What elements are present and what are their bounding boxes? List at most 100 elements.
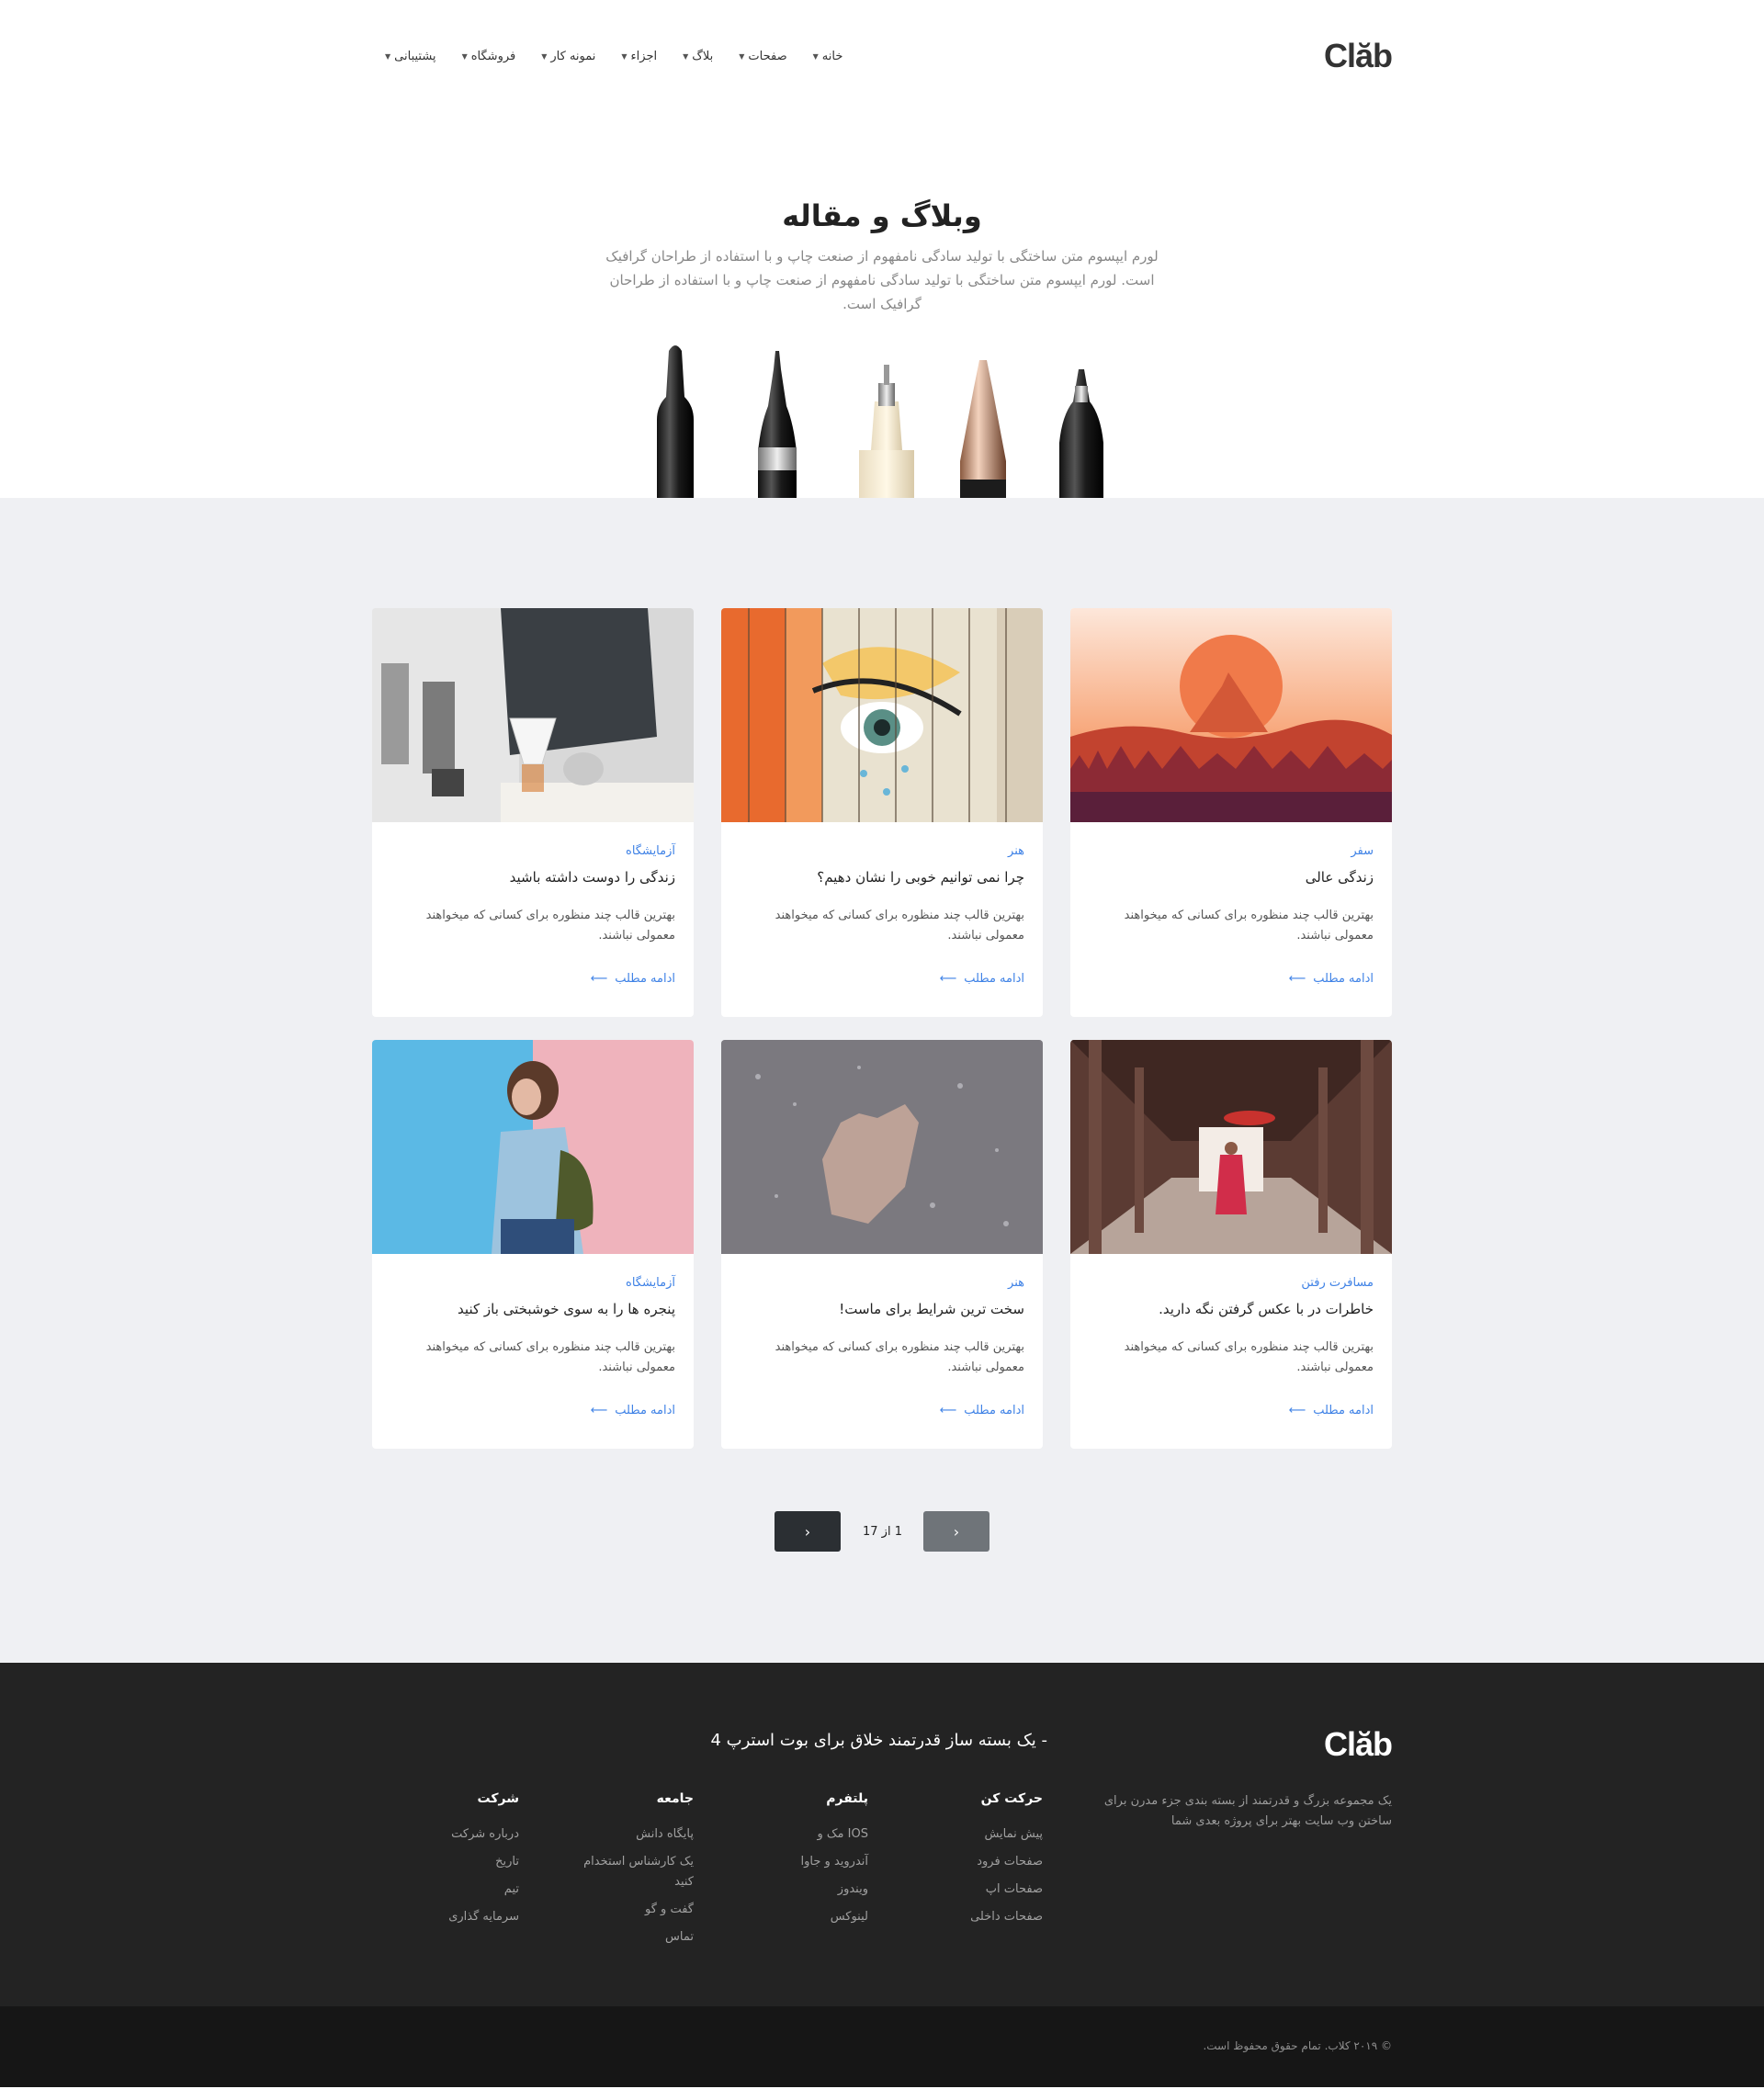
- post-card[interactable]: آزمایشگاه زندگی را دوست داشته باشید بهتر…: [372, 608, 694, 1017]
- post-excerpt: بهترین قالب چند منظوره برای کسانی که میخ…: [425, 909, 675, 943]
- copyright-text: © ۲۰۱۹ کلاب. تمام حقوق محفوظ است.: [1203, 2039, 1392, 2052]
- site-header: Clăb خانه ▼ صفحات ▼ بلاگ ▼ اجزاء ▼ نمونه کار…: [372, 0, 1393, 110]
- chevron-down-icon: ▼: [812, 52, 819, 61]
- footer-link[interactable]: صفحات اپ: [970, 1880, 1043, 1900]
- arrow-left-icon: ⟵: [939, 1404, 957, 1417]
- post-image-coffee: [372, 608, 694, 822]
- post-title[interactable]: زندگی عالی: [1089, 869, 1374, 886]
- arrow-left-icon: ⟵: [1288, 972, 1306, 986]
- post-image-corridor: [1070, 1040, 1392, 1254]
- nav-item-home[interactable]: خانه ▼: [800, 50, 856, 63]
- blog-section: سفر زندگی عالی بهترین قالب چند منظوره بر…: [0, 498, 1764, 1663]
- post-category[interactable]: سفر: [1089, 844, 1374, 858]
- page-indicator: 1 از 17: [863, 1524, 902, 1539]
- read-more-link[interactable]: ادامه مطلب ⟵: [940, 1404, 1024, 1417]
- footer-link[interactable]: یک کارشناس استخدام کنید: [565, 1852, 694, 1892]
- arrow-left-icon: ⟵: [590, 972, 608, 986]
- hero-description: لورم ایپسوم متن ساختگی با تولید سادگی نا…: [605, 248, 1159, 312]
- post-image-rain-window: [721, 1040, 1043, 1254]
- next-page-button[interactable]: ›: [923, 1511, 989, 1552]
- chevron-down-icon: ▼: [683, 52, 689, 61]
- footer-link[interactable]: پایگاه دانش: [565, 1824, 694, 1845]
- footer-link[interactable]: آندروید و جاوا: [801, 1852, 868, 1872]
- post-excerpt: بهترین قالب چند منظوره برای کسانی که میخ…: [775, 1340, 1024, 1374]
- prev-page-button[interactable]: ›: [775, 1511, 841, 1552]
- post-excerpt: بهترین قالب چند منظوره برای کسانی که میخ…: [1124, 1340, 1374, 1374]
- post-image-sunset: [1070, 608, 1392, 822]
- read-more-link[interactable]: ادامه مطلب ⟵: [1289, 972, 1374, 986]
- nav-item-shop[interactable]: فروشگاه ▼: [449, 50, 529, 63]
- nav-item-support[interactable]: پشتیبانی ▼: [372, 50, 449, 63]
- post-excerpt: بهترین قالب چند منظوره برای کسانی که میخ…: [425, 1340, 675, 1374]
- post-excerpt: بهترین قالب چند منظوره برای کسانی که میخ…: [1124, 909, 1374, 943]
- footer-col-title: حرکت کن: [980, 1791, 1043, 1806]
- post-card[interactable]: هنر چرا نمی توانیم خوبی را نشان دهیم؟ به…: [721, 608, 1043, 1017]
- footer-link[interactable]: تماس: [565, 1927, 694, 1948]
- copyright-bar: © ۲۰۱۹ کلاب. تمام حقوق محفوظ است.: [0, 2006, 1764, 2087]
- nav-item-pages[interactable]: صفحات ▼: [726, 50, 799, 63]
- post-title[interactable]: چرا نمی توانیم خوبی را نشان دهیم؟: [740, 869, 1024, 886]
- footer-col-community: جامعه پایگاه دانش یک کارشناس استخدام کنی…: [565, 1791, 694, 1955]
- post-category[interactable]: مسافرت رفتن: [1089, 1276, 1374, 1290]
- nav-label: صفحات: [748, 50, 787, 63]
- read-more-label: ادامه مطلب: [615, 972, 675, 986]
- post-grid: سفر زندگی عالی بهترین قالب چند منظوره بر…: [372, 608, 1392, 1449]
- nav-item-components[interactable]: اجزاء ▼: [608, 50, 670, 63]
- footer-col-title: جامعه: [656, 1791, 694, 1806]
- nav-item-portfolio[interactable]: نمونه کار ▼: [528, 50, 608, 63]
- read-more-link[interactable]: ادامه مطلب ⟵: [591, 972, 675, 986]
- footer-col-title: شرکت: [477, 1791, 519, 1806]
- pagination: › 1 از 17 ›: [775, 1511, 989, 1552]
- footer-link[interactable]: تیم: [448, 1880, 519, 1900]
- site-footer: Clăb - یک بسته ساز قدرتمند خلاق برای بوت…: [0, 1663, 1764, 2006]
- read-more-link[interactable]: ادامه مطلب ⟵: [1289, 1404, 1374, 1417]
- nav-label: خانه: [821, 50, 843, 63]
- read-more-link[interactable]: ادامه مطلب ⟵: [940, 972, 1024, 986]
- footer-col-title: پلتفرم: [826, 1791, 868, 1806]
- post-category[interactable]: آزمایشگاه: [390, 844, 675, 858]
- footer-col-company: شرکت درباره شرکت تاریخ تیم سرمایه گذاری: [448, 1791, 519, 1935]
- chevron-right-icon: ›: [804, 1522, 811, 1541]
- post-card[interactable]: آزمایشگاه پنجره ها را به سوی خوشبختی باز…: [372, 1040, 694, 1449]
- post-image-graffiti: [721, 608, 1043, 822]
- post-card[interactable]: مسافرت رفتن خاطرات در با عکس گرفتن نگه د…: [1070, 1040, 1392, 1449]
- chevron-down-icon: ▼: [621, 52, 628, 61]
- footer-link[interactable]: پیش نمایش: [970, 1824, 1043, 1845]
- hero-section: وبلاگ و مقاله لورم ایپسوم متن ساختگی با …: [0, 110, 1764, 498]
- footer-link[interactable]: درباره شرکت: [448, 1824, 519, 1845]
- footer-link[interactable]: IOS مک و: [801, 1824, 868, 1845]
- footer-link[interactable]: تاریخ: [448, 1852, 519, 1872]
- footer-link[interactable]: گفت و گو: [565, 1900, 694, 1920]
- post-title[interactable]: پنجره ها را به سوی خوشبختی باز کنید: [390, 1301, 675, 1317]
- post-title[interactable]: سخت ترین شرایط برای ماست!: [740, 1301, 1024, 1317]
- post-excerpt: بهترین قالب چند منظوره برای کسانی که میخ…: [775, 909, 1024, 943]
- post-category[interactable]: هنر: [740, 1276, 1024, 1290]
- arrow-left-icon: ⟵: [1288, 1404, 1306, 1417]
- post-title[interactable]: خاطرات در با عکس گرفتن نگه دارید.: [1089, 1301, 1374, 1317]
- read-more-label: ادامه مطلب: [1313, 972, 1374, 986]
- nav-label: فروشگاه: [470, 50, 516, 63]
- site-logo[interactable]: Clăb: [1324, 37, 1393, 75]
- footer-link[interactable]: سرمایه گذاری: [448, 1907, 519, 1927]
- footer-link[interactable]: صفحات فرود: [970, 1852, 1043, 1872]
- footer-link[interactable]: لینوکس: [801, 1907, 868, 1927]
- footer-description: یک مجموعه بزرگ و قدرتمند از بسته بندی جز…: [1103, 1794, 1392, 1828]
- post-category[interactable]: هنر: [740, 844, 1024, 858]
- post-image-woman-wall: [372, 1040, 694, 1254]
- footer-link[interactable]: صفحات داخلی: [970, 1907, 1043, 1927]
- nav-item-blog[interactable]: بلاگ ▼: [670, 50, 726, 63]
- post-card[interactable]: سفر زندگی عالی بهترین قالب چند منظوره بر…: [1070, 608, 1392, 1017]
- post-card[interactable]: هنر سخت ترین شرایط برای ماست! بهترین قال…: [721, 1040, 1043, 1449]
- footer-link[interactable]: ویندوز: [801, 1880, 868, 1900]
- nav-label: پشتیبانی: [394, 50, 436, 63]
- pens-illustration: [657, 345, 1103, 498]
- read-more-link[interactable]: ادامه مطلب ⟵: [591, 1404, 675, 1417]
- arrow-left-icon: ⟵: [590, 1404, 608, 1417]
- footer-tagline: - یک بسته ساز قدرتمند خلاق برای بوت استر…: [710, 1731, 1047, 1750]
- post-category[interactable]: آزمایشگاه: [390, 1276, 675, 1290]
- chevron-down-icon: ▼: [461, 52, 468, 61]
- post-title[interactable]: زندگی را دوست داشته باشید: [390, 869, 675, 886]
- footer-logo[interactable]: Clăb: [1324, 1725, 1393, 1764]
- main-nav: خانه ▼ صفحات ▼ بلاگ ▼ اجزاء ▼ نمونه کار ▼ فرو…: [372, 50, 855, 63]
- nav-label: نمونه کار: [550, 50, 596, 63]
